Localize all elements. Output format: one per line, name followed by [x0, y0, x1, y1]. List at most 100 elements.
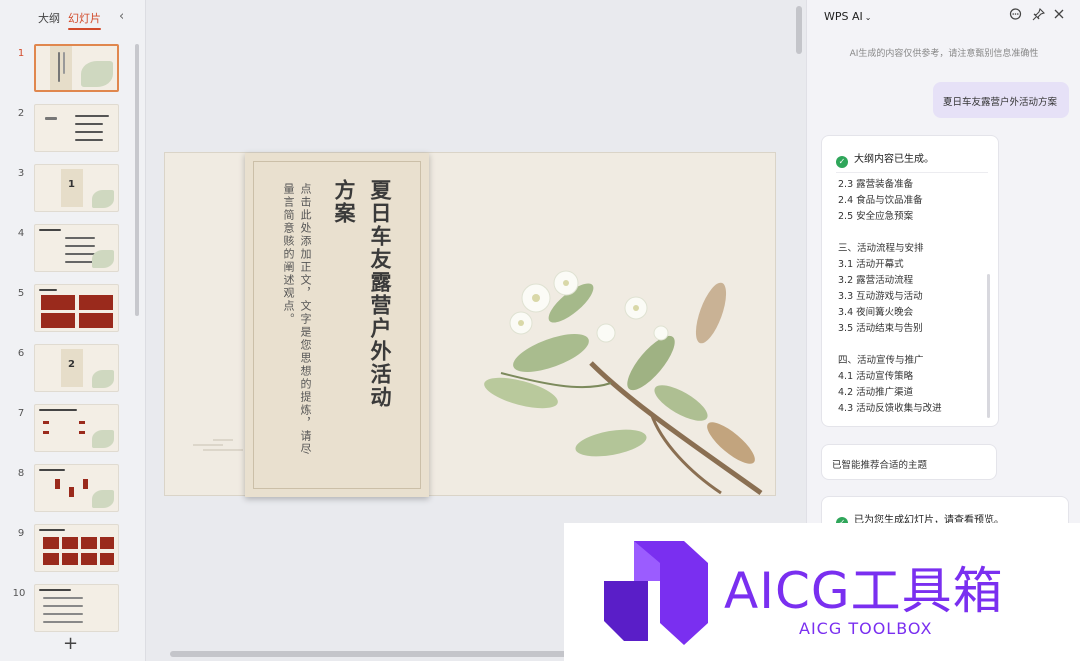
thumb-block	[81, 537, 97, 549]
outline-line	[838, 225, 988, 241]
thumb-line	[43, 613, 83, 615]
slide-thumbnail[interactable]	[34, 524, 119, 572]
outline-line: 3.4 夜间篝火晚会	[838, 307, 914, 318]
slide-number: 2	[17, 108, 25, 119]
thumb-panel	[50, 46, 72, 90]
watermark-title: AICG工具箱	[724, 562, 1004, 620]
add-slide-button[interactable]: +	[63, 633, 78, 654]
thumb-marker	[55, 479, 60, 489]
flower-icon	[81, 61, 113, 87]
thumb-line	[65, 261, 95, 263]
slide-thumbnail[interactable]: 1	[34, 164, 119, 212]
chevron-down-icon[interactable]: ⌄	[865, 13, 872, 22]
ai-title-text: WPS AI	[824, 10, 863, 23]
ai-panel-title[interactable]: WPS AI ⌄	[824, 10, 871, 23]
slide-thumbnail-row[interactable]: 6 2	[0, 342, 140, 392]
panel-tabs: 大纲 幻灯片 ‹	[0, 8, 146, 30]
thumb-marker	[43, 421, 49, 424]
flower-icon	[92, 430, 114, 448]
thumb-block	[41, 313, 75, 328]
slide-number: 6	[17, 348, 25, 359]
thumb-block	[43, 537, 59, 549]
thumb-heading-bar	[45, 117, 57, 120]
thumb-line	[43, 621, 83, 623]
thumb-marker	[79, 431, 85, 434]
thumb-heading-bar	[39, 409, 77, 411]
slide-title-line2[interactable]: 方案	[329, 179, 359, 225]
thumb-heading-bar	[39, 589, 71, 591]
flower-branch-illustration-icon	[484, 270, 763, 496]
slide-title-line1[interactable]: 夏日车友露营户外活动	[365, 179, 395, 409]
slide-thumbnail[interactable]	[34, 224, 119, 272]
slide-preview[interactable]: 夏日车友露营户外活动 方案 点击此处添加正文，文字是您思想的提炼，请尽 量言简意…	[164, 152, 776, 497]
slide-thumbnail-row[interactable]: 5	[0, 282, 140, 332]
thumb-line	[75, 131, 103, 133]
thumb-line	[75, 115, 109, 117]
slide-body-line2[interactable]: 量言简意赅的阐述观点。	[280, 183, 296, 326]
outline-line: 4.1 活动宣传策略	[838, 371, 914, 382]
slide-thumbnail[interactable]	[34, 104, 119, 152]
slide-number: 9	[17, 528, 25, 539]
slide-thumbnail-list: 1 2 3 1 4 5 6 2 7 8 9 10	[0, 40, 146, 632]
slide-thumbnail-row[interactable]: 8	[0, 462, 140, 512]
outline-status: ✓ 大纲内容已生成。	[836, 150, 934, 168]
slide-thumbnail-row[interactable]: 2	[0, 102, 140, 152]
outline-scrollbar[interactable]	[987, 274, 990, 418]
slide-thumbnail[interactable]	[34, 404, 119, 452]
slide-number: 10	[12, 588, 26, 599]
slide-thumbnail-row[interactable]: 9	[0, 522, 140, 572]
slide-thumbnail-row[interactable]: 10	[0, 582, 140, 632]
slide-number: 7	[17, 408, 25, 419]
outline-line: 2.4 食品与饮品准备	[838, 195, 923, 206]
slide-number: 8	[17, 468, 25, 479]
thumb-heading-bar	[39, 529, 65, 531]
chevron-left-icon[interactable]: ‹	[119, 9, 124, 24]
thumbnail-scrollbar[interactable]	[135, 44, 139, 316]
outline-line: 4.2 活动推广渠道	[838, 387, 914, 398]
thumb-block	[79, 313, 113, 328]
thumb-line	[65, 253, 95, 255]
thumb-block	[62, 537, 78, 549]
flower-icon	[92, 190, 114, 208]
outline-result-card: ✓ 大纲内容已生成。 2.3 露营装备准备 2.4 食品与饮品准备 2.5 安全应…	[821, 135, 999, 427]
slide-number: 3	[17, 168, 25, 179]
outline-list[interactable]: 2.3 露营装备准备 2.4 食品与饮品准备 2.5 安全应急预案 三、活动流程…	[838, 177, 988, 417]
slide-thumbnail-row[interactable]: 1	[0, 42, 140, 92]
thumb-line	[65, 237, 95, 239]
slide-body-line1[interactable]: 点击此处添加正文，文字是您思想的提炼，请尽	[297, 183, 313, 456]
close-icon[interactable]	[1053, 8, 1065, 20]
thumb-line	[43, 597, 83, 599]
thumb-line	[43, 605, 83, 607]
slide-thumbnail[interactable]	[34, 584, 119, 632]
slide-thumbnail-row[interactable]: 7	[0, 402, 140, 452]
slide-thumbnail-row[interactable]: 3 1	[0, 162, 140, 212]
thumb-line	[75, 139, 103, 141]
slide-number: 4	[17, 228, 25, 239]
theme-message-text: 已智能推荐合适的主题	[832, 460, 928, 471]
chat-icon[interactable]	[1009, 8, 1022, 21]
thumb-block	[79, 295, 113, 310]
slide-thumbnail[interactable]	[34, 464, 119, 512]
canvas-vertical-scrollbar[interactable]	[796, 6, 802, 54]
thumb-marker	[83, 479, 88, 489]
tab-slides[interactable]: 幻灯片	[68, 10, 101, 30]
thumb-line	[65, 245, 95, 247]
flower-icon	[92, 490, 114, 508]
slide-thumbnail[interactable]: 2	[34, 344, 119, 392]
slide-thumbnail[interactable]	[34, 44, 119, 92]
slide-thumbnail-row[interactable]: 4	[0, 222, 140, 272]
tab-outline[interactable]: 大纲	[38, 10, 60, 26]
theme-message-card: 已智能推荐合适的主题	[821, 444, 997, 480]
ai-disclaimer: AI生成的内容仅供参考，请注意甄别信息准确性	[849, 49, 1039, 59]
slide-thumbnail[interactable]	[34, 284, 119, 332]
flower-icon	[92, 250, 114, 268]
aicg-watermark: AICG工具箱 AICG TOOLBOX	[564, 523, 1080, 661]
outline-line	[838, 337, 988, 353]
aicg-logo-icon	[604, 541, 708, 645]
thumb-body-bar	[63, 52, 65, 74]
thumb-marker	[43, 431, 49, 434]
outline-line: 2.3 露营装备准备	[838, 179, 914, 190]
user-message-bubble: 夏日车友露营户外活动方案	[933, 82, 1069, 118]
pin-icon[interactable]	[1032, 8, 1045, 21]
outline-line: 3.3 互动游戏与活动	[838, 291, 923, 302]
